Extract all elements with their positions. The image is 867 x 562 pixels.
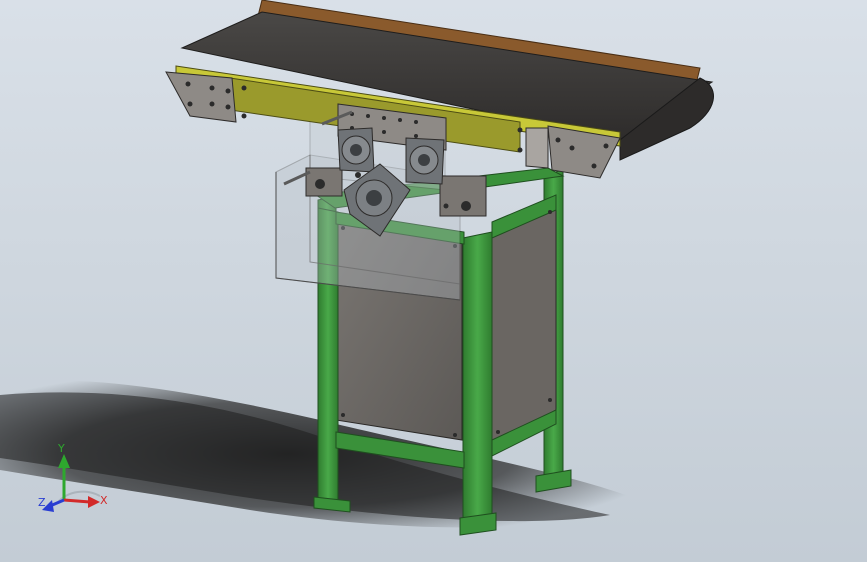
x-axis-arrow xyxy=(88,496,100,508)
tensioner-block[interactable] xyxy=(525,127,549,169)
conveyor-model[interactable] xyxy=(0,0,867,562)
x-axis-label: X xyxy=(100,494,108,507)
bearing-unit-left[interactable] xyxy=(337,127,375,173)
graphics-viewport[interactable]: Y X Z xyxy=(0,0,867,562)
shaft-end-right xyxy=(461,201,471,211)
orientation-triad[interactable]: Y X Z xyxy=(34,440,114,520)
y-axis-label: Y xyxy=(57,442,65,455)
x-axis-line xyxy=(63,498,91,504)
z-axis-label: Z xyxy=(38,496,46,509)
bearing-unit-right[interactable] xyxy=(405,137,445,185)
shaft-end-left xyxy=(315,179,325,189)
end-bracket-left[interactable] xyxy=(165,71,237,123)
leg-front-right[interactable] xyxy=(462,231,493,529)
y-axis-arrow xyxy=(58,454,70,468)
cabinet-panel-side[interactable] xyxy=(491,204,557,446)
